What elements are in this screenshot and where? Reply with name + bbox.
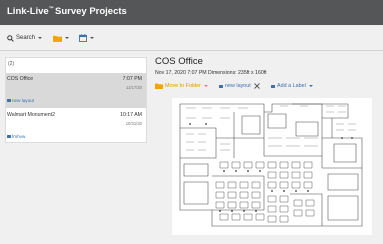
date-filter-button[interactable]	[79, 32, 94, 44]
folder-icon	[155, 83, 163, 89]
search-label: Search	[16, 35, 36, 41]
brand-logo[interactable]: Link-Live™	[7, 6, 54, 17]
detail-title: COS Office	[155, 56, 203, 67]
project-tag[interactable]: fmhvw	[7, 134, 25, 139]
project-time: 7:07 PM	[122, 76, 142, 82]
chevron-down-icon	[38, 37, 43, 39]
tag-icon	[271, 84, 275, 88]
floor-plan-image	[172, 98, 372, 235]
layout-tag-label: new layout	[225, 83, 251, 89]
project-date: 10/31/20	[125, 121, 142, 126]
move-to-folder-label: Move to Folder	[165, 83, 201, 89]
list-item[interactable]: COS Office 7:07 PM 11/17/20 new layout	[6, 73, 146, 108]
chevron-down-icon	[65, 37, 69, 39]
project-list: (2) COS Office 7:07 PM 11/17/20 new layo…	[5, 57, 147, 143]
project-name: COS Office	[7, 76, 34, 82]
tag-icon	[219, 84, 223, 88]
add-label-button[interactable]: Add a Label	[271, 82, 313, 90]
folder-icon	[53, 35, 62, 42]
top-bar: Link-Live™ Survey Projects	[0, 0, 383, 25]
project-tag-label: new layout	[12, 98, 34, 103]
layout-tag-chip[interactable]: new layout	[219, 82, 260, 90]
search-button[interactable]: Search	[7, 32, 43, 44]
project-count: (2)	[8, 61, 15, 67]
tag-icon	[7, 99, 11, 102]
calendar-icon	[79, 34, 87, 42]
list-item[interactable]: Walmart Monument2 10:17 AM 10/31/20 fmhv…	[6, 109, 146, 144]
close-icon[interactable]	[253, 83, 260, 89]
project-date: 11/17/20	[126, 85, 142, 90]
page-title: Survey Projects	[55, 6, 127, 17]
toolbar: Search	[0, 25, 383, 51]
move-to-folder-button[interactable]: Move to Folder	[155, 82, 208, 90]
chevron-down-icon	[203, 85, 208, 87]
project-time: 10:17 AM	[120, 112, 142, 118]
project-name: Walmart Monument2	[7, 112, 55, 118]
project-tag-label: fmhvw	[12, 134, 26, 139]
chevron-down-icon	[308, 85, 313, 87]
tag-icon	[7, 135, 11, 138]
folder-filter-button[interactable]	[53, 32, 69, 44]
add-label-text: Add a Label	[277, 83, 306, 89]
project-tag[interactable]: new layout	[7, 98, 34, 103]
detail-meta: Nov 17, 2020 7:07 PM Dimensions: 235ft x…	[155, 70, 267, 76]
detail-actions: Move to Folder new layout Add a Label	[155, 82, 375, 92]
search-icon	[7, 34, 14, 42]
floor-plan-drawing	[179, 103, 363, 227]
chevron-down-icon	[90, 37, 94, 39]
